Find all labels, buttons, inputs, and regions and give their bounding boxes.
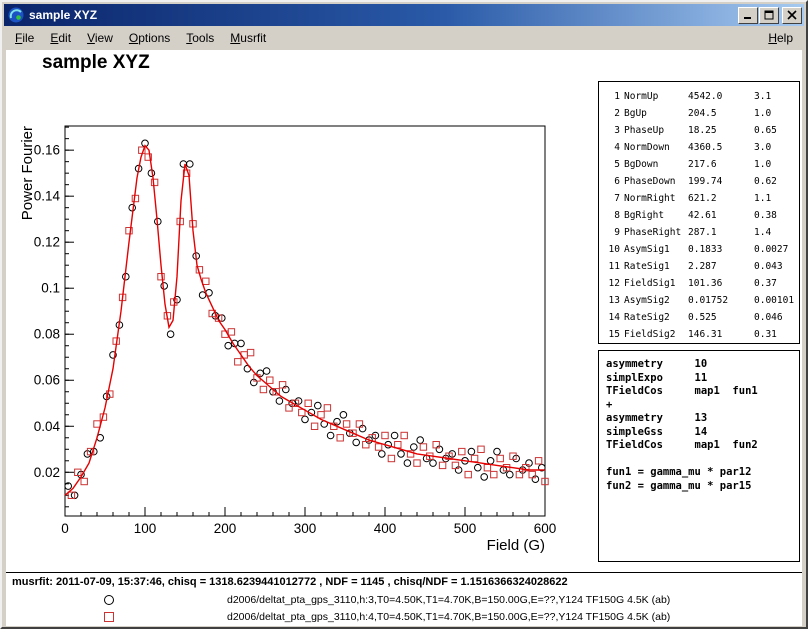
svg-text:0.06: 0.06 — [34, 373, 60, 388]
parameter-row: 11RateSig12.2870.043 — [599, 258, 799, 275]
status-line: musrfit: 2011-07-09, 15:37:46, chisq = 1… — [12, 576, 568, 588]
menu-options[interactable]: Options — [121, 28, 178, 48]
parameter-row: 6PhaseDown199.740.62 — [599, 173, 799, 190]
x-axis-label: Field (G) — [487, 537, 545, 554]
theory-text: asymmetry 10 simplExpo 11 TFieldCos map1… — [606, 358, 799, 493]
parameter-row: 12FieldSig1101.360.37 — [599, 275, 799, 292]
black-circle-icon — [104, 595, 114, 605]
window-title: sample XYZ — [29, 8, 737, 22]
theory-box: asymmetry 10 simplExpo 11 TFieldCos map1… — [598, 350, 800, 562]
close-button[interactable] — [782, 7, 802, 24]
parameter-row: 2BgUp204.51.0 — [599, 105, 799, 122]
svg-text:0.1: 0.1 — [41, 281, 60, 296]
maximize-icon — [764, 10, 774, 20]
svg-text:0.02: 0.02 — [34, 465, 60, 480]
svg-text:0.16: 0.16 — [34, 143, 60, 158]
parameter-row: 3PhaseUp18.250.65 — [599, 122, 799, 139]
svg-text:300: 300 — [294, 521, 317, 536]
parameter-row: 8BgRight42.610.38 — [599, 207, 799, 224]
legend-item: d2006/deltat_pta_gps_3110,h:4,T0=4.50K,T… — [6, 608, 802, 625]
svg-text:0: 0 — [61, 521, 69, 536]
plot-axes — [65, 126, 545, 516]
app-icon — [8, 7, 24, 23]
parameter-list: 1NormUp4542.03.12BgUp204.51.03PhaseUp18.… — [599, 88, 799, 343]
menu-help[interactable]: Help — [760, 28, 801, 48]
menu-tools[interactable]: Tools — [178, 28, 222, 48]
parameter-row: 15FieldSig2146.310.31 — [599, 326, 799, 343]
svg-text:400: 400 — [374, 521, 397, 536]
plot-canvas[interactable]: sample XYZ 01002003004005006000.020.040.… — [6, 50, 802, 626]
svg-text:0.08: 0.08 — [34, 327, 60, 342]
parameter-row: 14RateSig20.5250.046 — [599, 309, 799, 326]
status-divider — [6, 572, 802, 573]
parameter-row: 13AsymSig20.017520.00101 — [599, 292, 799, 309]
menu-bar: FileEditViewOptionsToolsMusrfit Help — [4, 26, 804, 49]
svg-text:500: 500 — [454, 521, 477, 536]
red-square-icon — [104, 612, 114, 622]
parameter-row: 4NormDown4360.53.0 — [599, 139, 799, 156]
svg-text:600: 600 — [534, 521, 557, 536]
legend-label: d2006/deltat_pta_gps_3110,h:4,T0=4.50K,T… — [227, 611, 670, 623]
plot-tick-labels: 0 100 200 300 400 500 600 0.02 0.04 0.06 0.08 0.1 0.… — [19, 126, 556, 554]
minimize-button[interactable] — [738, 7, 758, 24]
legend-item: d2006/deltat_pta_gps_3110,h:3,T0=4.50K,T… — [6, 591, 802, 608]
menu-file[interactable]: File — [7, 28, 42, 48]
parameter-row: 7NormRight621.21.1 — [599, 190, 799, 207]
menu-edit[interactable]: Edit — [42, 28, 79, 48]
parameter-row: 9PhaseRight287.11.4 — [599, 224, 799, 241]
svg-text:200: 200 — [214, 521, 237, 536]
y-axis-label: Power Fourier — [19, 126, 36, 220]
legend: d2006/deltat_pta_gps_3110,h:3,T0=4.50K,T… — [6, 591, 802, 625]
minimize-icon — [743, 10, 753, 20]
parameter-row: 5BgDown217.61.0 — [599, 156, 799, 173]
svg-text:0.14: 0.14 — [34, 189, 61, 204]
series-fit — [65, 146, 545, 496]
series-run-h3 — [65, 140, 545, 499]
close-icon — [787, 10, 797, 20]
parameter-row: 10AsymSig10.18330.0027 — [599, 241, 799, 258]
title-bar[interactable]: sample XYZ — [4, 4, 804, 26]
svg-text:0.04: 0.04 — [34, 419, 61, 434]
plot-svg[interactable]: 0 100 200 300 400 500 600 0.02 0.04 0.06 0.08 0.1 0.… — [6, 50, 606, 570]
menu-view[interactable]: View — [79, 28, 121, 48]
maximize-button[interactable] — [759, 7, 779, 24]
app-window: sample XYZ FileEditViewOptionsToolsMusrf… — [0, 0, 808, 629]
menu-items: FileEditViewOptionsToolsMusrfit — [7, 28, 760, 48]
menu-musrfit[interactable]: Musrfit — [222, 28, 274, 48]
parameter-box: 1NormUp4542.03.12BgUp204.51.03PhaseUp18.… — [598, 81, 800, 344]
parameter-row: 1NormUp4542.03.1 — [599, 88, 799, 105]
svg-text:0.12: 0.12 — [34, 235, 60, 250]
series-run-h4 — [68, 147, 548, 499]
svg-text:100: 100 — [134, 521, 157, 536]
legend-label: d2006/deltat_pta_gps_3110,h:3,T0=4.50K,T… — [227, 594, 670, 606]
menu-help-wrap: Help — [760, 28, 801, 48]
